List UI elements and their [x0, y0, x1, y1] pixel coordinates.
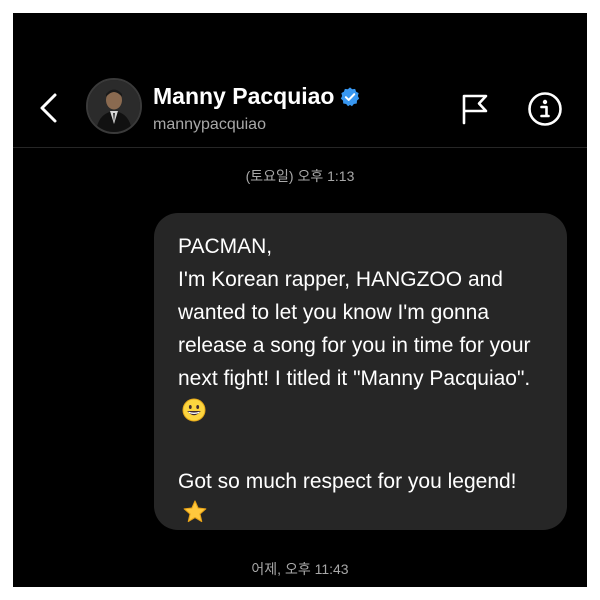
frame-corner — [580, 2, 598, 20]
flag-icon — [462, 94, 488, 125]
message-body-line: I'm Korean rapper, HANGZOO and wanted to… — [178, 263, 543, 432]
message-greeting: PACMAN, — [178, 235, 273, 258]
back-button[interactable] — [35, 91, 63, 125]
frame-corner — [2, 2, 20, 20]
avatar[interactable] — [86, 78, 142, 134]
contact-name-text: Manny Pacquiao — [153, 83, 335, 109]
message-bubble[interactable]: PACMAN, I'm Korean rapper, HANGZOO and w… — [154, 213, 567, 530]
verified-badge-icon — [341, 86, 360, 106]
info-icon — [528, 92, 562, 126]
report-button[interactable] — [460, 93, 490, 125]
info-button[interactable] — [527, 91, 563, 127]
star-emoji — [182, 499, 208, 535]
frame-corner — [580, 580, 598, 598]
message-timestamp: (토요일) 오후 1:13 — [245, 168, 355, 184]
message-closing-line: Got so much respect for you legend! — [178, 465, 543, 535]
chat-header: Manny Pacquiao mannypacquiao — [13, 13, 587, 148]
message-timestamp-yesterday: 어제, 오후 11:43 — [251, 561, 349, 577]
grinning-face-emoji — [182, 398, 206, 432]
contact-handle[interactable]: mannypacquiao — [153, 116, 266, 134]
dm-screen: Manny Pacquiao mannypacquiao (토요일) 오후 1:… — [13, 13, 587, 587]
message-closing: Got so much respect for you legend! — [178, 470, 517, 493]
contact-name[interactable]: Manny Pacquiao — [153, 83, 361, 110]
message-body: I'm Korean rapper, HANGZOO and wanted to… — [178, 268, 531, 390]
profile-photo — [88, 80, 140, 132]
frame-corner — [2, 580, 20, 598]
chevron-left-icon — [40, 93, 57, 123]
